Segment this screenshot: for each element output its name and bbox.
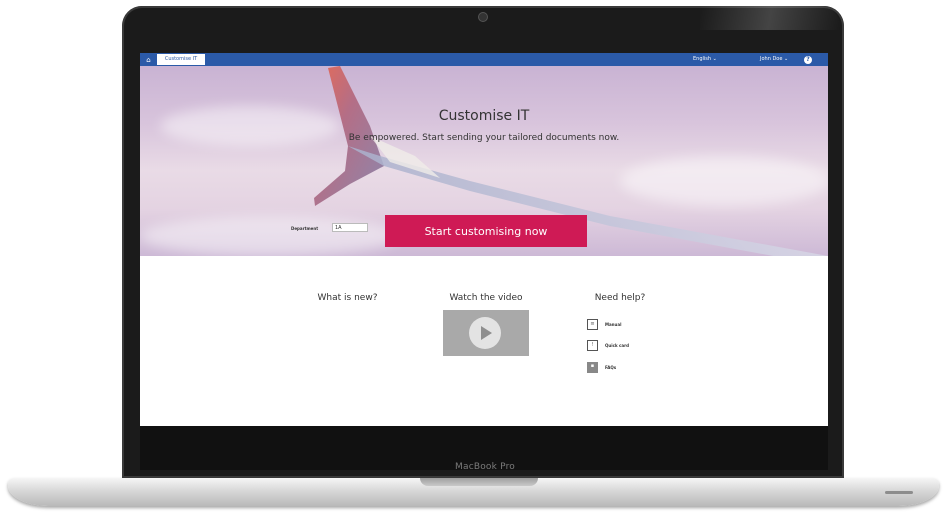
user-menu[interactable]: John Doe ⌄ (760, 53, 788, 66)
help-item-quick-card[interactable]: ! Quick card (587, 340, 629, 351)
department-input[interactable] (332, 223, 368, 232)
lid-reflection (700, 6, 840, 30)
watch-video-title: Watch the video (449, 293, 523, 303)
home-icon[interactable]: ⌂ (144, 55, 153, 64)
hero-banner: Customise IT Be empowered. Start sending… (140, 66, 828, 256)
help-item-manual[interactable]: ≡ Manual (587, 319, 621, 330)
help-item-label: Quick card (605, 343, 629, 348)
page-title: Customise IT (438, 108, 530, 124)
language-selector[interactable]: English ⌄ (693, 53, 717, 66)
help-item-faqs[interactable]: ▪ FAQs (587, 362, 616, 373)
webcam (479, 13, 487, 21)
play-icon[interactable] (469, 317, 501, 349)
base-slot (885, 491, 913, 494)
help-item-label: Manual (605, 322, 622, 327)
start-customising-button[interactable]: Start customising now (385, 215, 587, 247)
faq-icon: ▪ (587, 362, 598, 373)
need-help-title: Need help? (594, 293, 646, 303)
top-navigation-bar: ⌂ Customise IT English ⌄ John Doe ⌄ ? (140, 53, 828, 66)
department-label: Department (291, 226, 319, 231)
page-subtitle: Be empowered. Start sending your tailore… (348, 133, 620, 143)
base-notch (420, 478, 538, 486)
quick-card-icon: ! (587, 340, 598, 351)
manual-icon: ≡ (587, 319, 598, 330)
help-icon[interactable]: ? (804, 56, 812, 64)
brand-label: MacBook Pro (455, 462, 515, 472)
help-item-label: FAQs (605, 365, 617, 370)
app-tab[interactable]: Customise IT (157, 54, 205, 65)
laptop-screen: ⌂ Customise IT English ⌄ John Doe ⌄ ? Cu… (140, 53, 828, 426)
whats-new-title[interactable]: What is new? (305, 293, 390, 303)
